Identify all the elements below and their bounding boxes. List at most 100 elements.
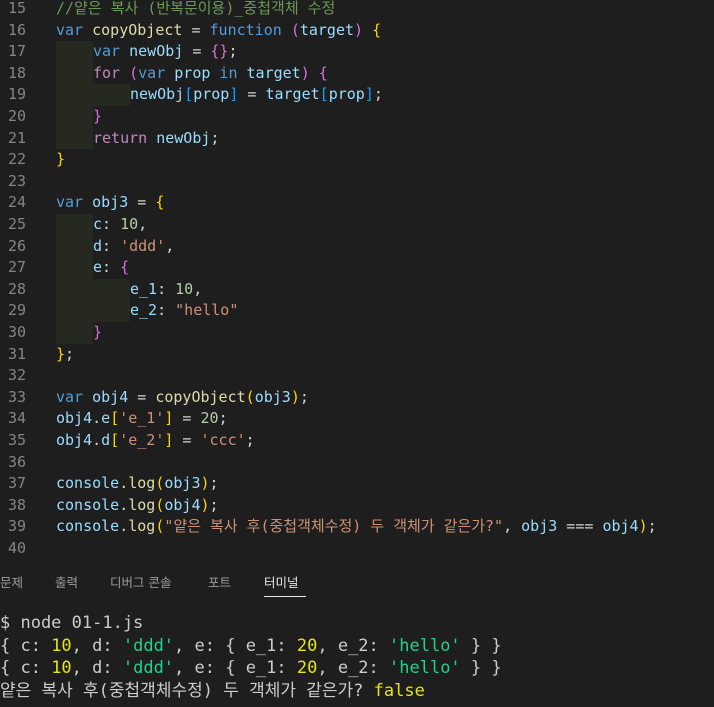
- code-token: :: [157, 301, 176, 320]
- code-token: d: [93, 236, 103, 255]
- code-token: ,: [503, 517, 522, 536]
- line-number: 37: [7, 474, 26, 493]
- terminal-text: 'hello': [389, 658, 461, 678]
- code-line[interactable]: 36: [0, 452, 714, 474]
- indent-guide: [56, 257, 93, 279]
- code-line[interactable]: 37 console.log(obj3);: [0, 473, 714, 495]
- code-line[interactable]: 28 e_1: 10,: [0, 278, 714, 301]
- code-token: =: [128, 387, 156, 406]
- code-token: prop: [174, 63, 211, 82]
- terminal-text: } }: [460, 635, 502, 656]
- code-token: ;: [245, 431, 255, 449]
- code-line[interactable]: 23: [0, 171, 714, 193]
- tab-terminal[interactable]: 터미널: [264, 572, 299, 591]
- tab-debug-console[interactable]: 디버그 콘솔: [110, 572, 171, 591]
- code-content: var newObj = {};: [93, 41, 238, 63]
- code-token: ;: [299, 387, 309, 406]
- line-number: 15: [7, 0, 26, 17]
- code-token: ): [638, 517, 648, 536]
- code-token: e: [101, 409, 111, 428]
- code-content: for (var prop in target) {: [93, 63, 328, 85]
- indent-guide: [56, 106, 93, 128]
- code-line[interactable]: 30}: [0, 322, 714, 344]
- code-line[interactable]: 18 for (var prop in target) {: [0, 62, 714, 85]
- line-number: 33: [7, 387, 26, 406]
- code-token: }: [93, 107, 103, 125]
- code-line[interactable]: 24 var obj3 = {: [0, 192, 714, 214]
- code-line[interactable]: 27 e: {: [0, 257, 714, 279]
- code-token: e_1: [130, 279, 158, 298]
- code-line[interactable]: 34 obj4.e['e_1'] = 20;: [0, 408, 714, 430]
- line-number: 17: [7, 42, 26, 61]
- code-content: d: 'ddd',: [93, 236, 174, 258]
- code-content: c: 10,: [93, 214, 147, 236]
- line-number: 27: [7, 258, 26, 277]
- terminal-text: false: [373, 680, 425, 701]
- tab-output[interactable]: 출력: [55, 572, 78, 591]
- terminal-line: { c: 10, d: 'ddd', e: { e_1: 20, e_2: 'h…: [0, 657, 502, 680]
- indent-guide: [56, 300, 93, 322]
- code-line[interactable]: 16 var copyObject = function (target) {: [0, 20, 714, 42]
- indent-guide: [56, 62, 93, 85]
- terminal-line: { c: 10, d: 'ddd', e: { e_1: 20, e_2: 'h…: [0, 635, 502, 658]
- terminal-text: } }: [460, 658, 502, 678]
- code-token: :: [102, 236, 121, 255]
- code-token: for: [93, 63, 121, 82]
- terminal-line: 얕은 복사 후(중첩객체수정) 두 객체가 같은가? false: [0, 680, 425, 703]
- code-line[interactable]: 22}: [0, 149, 714, 171]
- code-line[interactable]: 33 var obj4 = copyObject(obj3);: [0, 387, 714, 409]
- code-line[interactable]: 15 //얕은 복사 (반복문이용)_중첩객체 수정: [0, 0, 714, 20]
- code-token: [: [110, 431, 120, 449]
- code-token: obj3: [254, 387, 291, 406]
- code-content: var copyObject = function (target) {: [56, 20, 381, 42]
- code-token: 'e_1': [119, 409, 165, 428]
- code-line[interactable]: 39 console.log("얕은 복사 후(중첩객체수정) 두 객체가 같은가…: [0, 516, 714, 538]
- code-line[interactable]: 29 e_2: "hello": [0, 300, 714, 322]
- code-token: target: [265, 85, 320, 104]
- tab-ports[interactable]: 포트: [208, 572, 231, 591]
- code-line[interactable]: 25 c: 10,: [0, 214, 714, 236]
- tab-problems[interactable]: 문제: [0, 572, 23, 591]
- code-line[interactable]: 17 var newObj = {};: [0, 41, 714, 63]
- indent-guide: [56, 214, 93, 236]
- code-line[interactable]: 35 obj4.d['e_2'] = 'ccc';: [0, 430, 714, 452]
- code-content: }: [93, 106, 102, 128]
- code-editor[interactable]: 15 //얕은 복사 (반복문이용)_중첩객체 수정 16 var copyObjec…: [0, 0, 714, 563]
- terminal-panel[interactable]: $ node 01-1.js{ c: 10, d: 'ddd', e: { e_…: [0, 604, 714, 707]
- code-line[interactable]: 31};: [0, 344, 714, 366]
- terminal-text: , d:: [71, 635, 123, 656]
- terminal-text: { c:: [0, 658, 52, 678]
- code-content: }: [56, 149, 65, 171]
- code-token: ;: [209, 474, 219, 493]
- code-line[interactable]: 26 d: 'ddd',: [0, 235, 714, 258]
- code-token: =: [128, 193, 156, 212]
- code-line[interactable]: 38 console.log(obj4);: [0, 495, 714, 517]
- code-token: log: [128, 495, 156, 514]
- code-token: }: [93, 323, 103, 341]
- code-line[interactable]: 40: [0, 538, 714, 560]
- code-token: 'ccc': [200, 431, 246, 449]
- code-token: .: [119, 495, 129, 514]
- line-number: 28: [7, 279, 26, 298]
- code-token: var: [56, 193, 93, 212]
- code-line[interactable]: 32: [0, 365, 714, 387]
- code-token: 20: [200, 409, 219, 428]
- code-token: 10: [175, 279, 194, 298]
- line-number: 20: [7, 107, 26, 125]
- code-token: "얕은 복사 후(중첩객체수정) 두 객체가 같은가?": [164, 517, 504, 536]
- code-content: e: {: [93, 257, 129, 279]
- indent-guide: [56, 127, 93, 150]
- terminal-text: 20: [296, 658, 318, 678]
- code-token: [: [319, 85, 329, 104]
- code-token: target: [246, 63, 301, 82]
- line-number: 38: [7, 495, 26, 514]
- code-line[interactable]: 20}: [0, 106, 714, 128]
- code-token: }: [56, 344, 66, 363]
- code-token: obj4: [164, 495, 201, 514]
- code-line[interactable]: 21 return newObj;: [0, 127, 714, 150]
- line-number: 21: [7, 128, 26, 147]
- code-line[interactable]: 19 newObj[prop] = target[prop];: [0, 84, 714, 106]
- indent-guide: [93, 300, 130, 322]
- indent-guide: [93, 278, 130, 301]
